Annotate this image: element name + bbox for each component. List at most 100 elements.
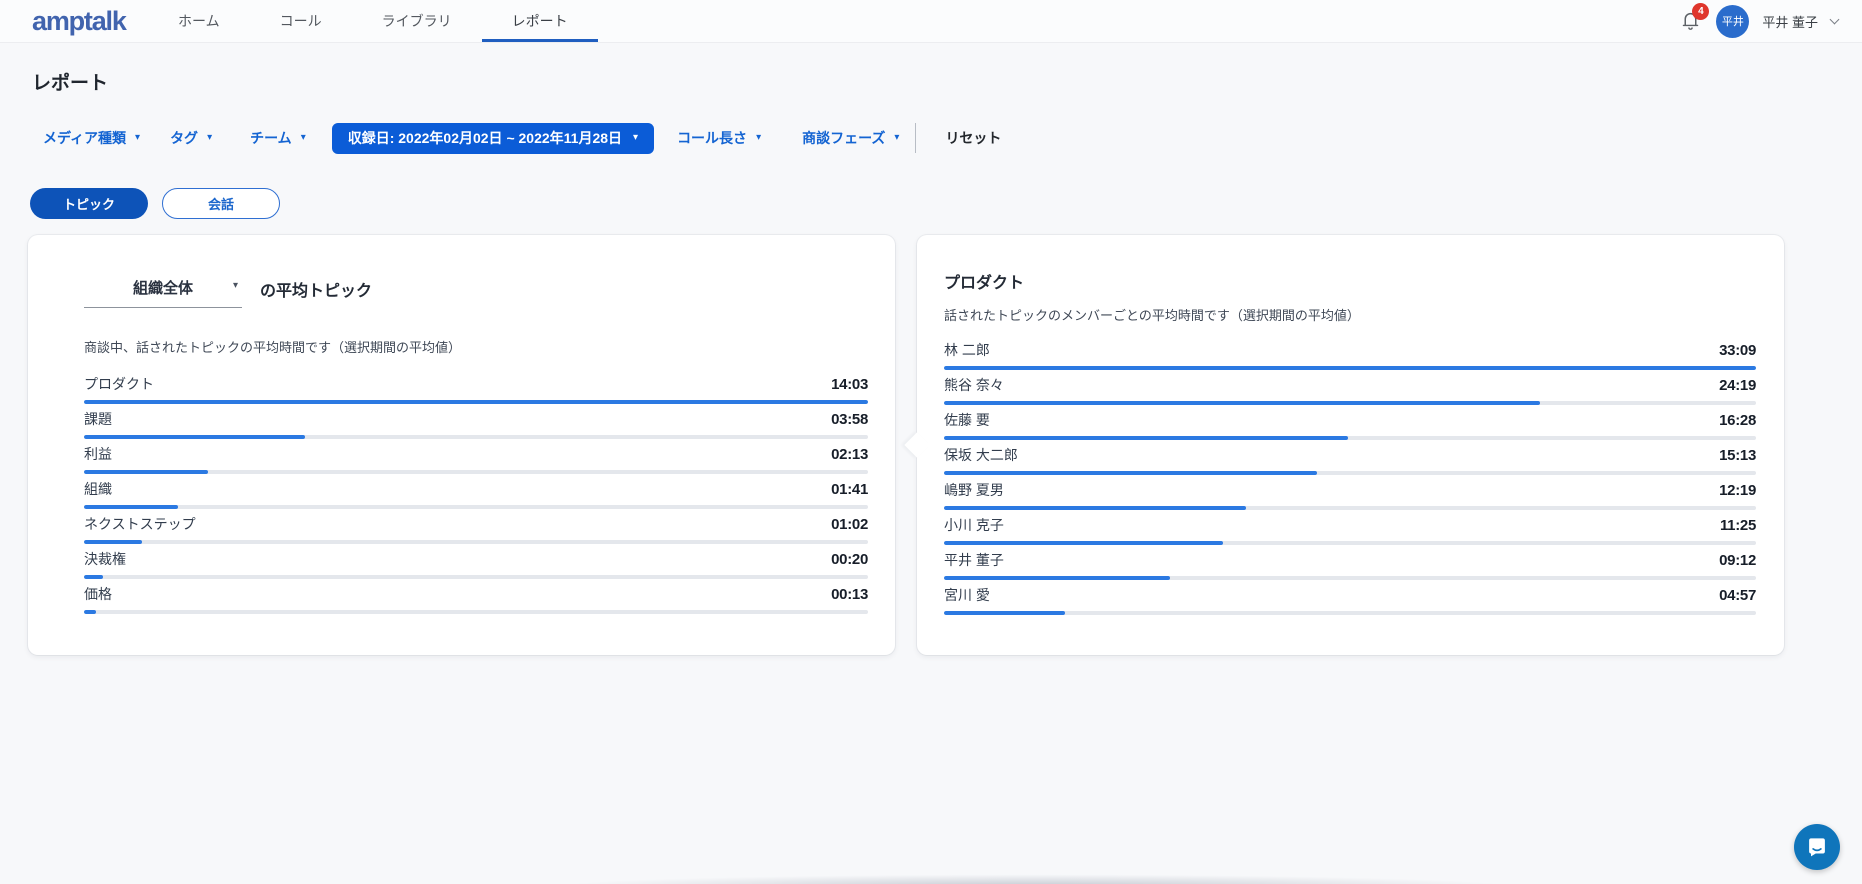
deal-phase-filter[interactable]: 商談フェーズ ▾ xyxy=(802,128,899,148)
media-type-filter[interactable]: メディア種類 ▾ xyxy=(43,128,140,148)
nav-item-home[interactable]: ホーム xyxy=(148,0,250,42)
bar-fill xyxy=(944,401,1540,405)
top-nav: amptalk ホーム コール ライブラリ レポート 4 平井 平井 董子 xyxy=(0,0,1862,43)
member-row[interactable]: 小川 克子 11:25 xyxy=(944,516,1756,545)
topic-label: 利益 xyxy=(84,444,112,464)
nav-right-cluster: 4 平井 平井 董子 xyxy=(1677,0,1838,42)
reset-filters-button[interactable]: リセット xyxy=(945,128,1001,148)
member-name: 佐藤 要 xyxy=(944,410,990,430)
chevron-down-icon: ▾ xyxy=(633,133,638,143)
topic-time: 03:58 xyxy=(831,411,868,428)
bar-track xyxy=(944,541,1756,545)
bar-fill xyxy=(84,435,305,439)
bottom-edge-shadow xyxy=(400,868,1670,884)
bar-fill xyxy=(944,611,1065,615)
report-tabs: トピック 会話 xyxy=(30,188,280,219)
bar-track xyxy=(944,611,1756,615)
topic-label: ネクストステップ xyxy=(84,514,196,534)
notification-bell-button[interactable]: 4 xyxy=(1677,8,1703,34)
topic-row[interactable]: 利益 02:13 xyxy=(84,445,868,474)
scope-select[interactable]: 組織全体 ▾ xyxy=(84,277,242,308)
recording-date-filter-label: 収録日: 2022年02月02日 ~ 2022年11月28日 xyxy=(348,128,622,148)
member-name: 林 二郎 xyxy=(944,340,990,360)
team-filter[interactable]: チーム ▾ xyxy=(250,128,306,148)
topic-label: 価格 xyxy=(84,584,112,604)
amptalk-logo: amptalk xyxy=(32,6,126,37)
member-name: 熊谷 奈々 xyxy=(944,375,1004,395)
topic-members-subtitle: 話されたトピックのメンバーごとの平均時間です（選択期間の平均値） xyxy=(944,305,1360,324)
topic-members-title: プロダクト xyxy=(944,269,1024,293)
app-screen: amptalk ホーム コール ライブラリ レポート 4 平井 平井 董子 レポ… xyxy=(0,0,1862,884)
topic-row[interactable]: 価格 00:13 xyxy=(84,585,868,614)
topic-members-card: プロダクト 話されたトピックのメンバーごとの平均時間です（選択期間の平均値） 林… xyxy=(917,235,1784,655)
bar-fill xyxy=(84,470,208,474)
topic-label: プロダクト xyxy=(84,374,154,394)
bar-fill xyxy=(944,541,1223,545)
topic-row[interactable]: 課題03:58 xyxy=(84,410,868,439)
nav-item-calls[interactable]: コール xyxy=(250,0,352,42)
topic-time: 01:02 xyxy=(831,516,868,533)
media-type-filter-label: メディア種類 xyxy=(43,128,126,148)
tag-filter[interactable]: タグ ▾ xyxy=(170,128,212,148)
member-time: 09:12 xyxy=(1719,552,1756,569)
member-row[interactable]: 平井 董子 09:12 xyxy=(944,551,1756,580)
topic-row[interactable]: 決裁権00:20 xyxy=(84,550,868,579)
member-row[interactable]: 嶋野 夏男12:19 xyxy=(944,481,1756,510)
filter-divider xyxy=(915,123,916,153)
bar-track xyxy=(84,505,868,509)
topic-row[interactable]: 組織01:41 xyxy=(84,480,868,509)
average-topics-title: の平均トピック xyxy=(260,277,372,308)
bar-track xyxy=(84,575,868,579)
bar-track xyxy=(944,471,1756,475)
member-row[interactable]: 佐藤 要 16:28 xyxy=(944,411,1756,440)
bar-track xyxy=(944,506,1756,510)
member-time: 11:25 xyxy=(1720,517,1756,534)
topic-time: 02:13 xyxy=(831,446,868,463)
chevron-down-icon: ▾ xyxy=(301,133,306,143)
bar-track xyxy=(944,576,1756,580)
call-length-filter[interactable]: コール長さ ▾ xyxy=(677,128,761,148)
member-time: 16:28 xyxy=(1719,412,1756,429)
member-name: 嶋野 夏男 xyxy=(944,480,1004,500)
bar-fill xyxy=(944,471,1317,475)
topic-time: 14:03 xyxy=(831,376,868,393)
tab-conversation[interactable]: 会話 xyxy=(162,188,280,219)
chevron-down-icon: ▾ xyxy=(894,133,899,143)
call-length-filter-label: コール長さ xyxy=(677,128,747,148)
nav-item-reports[interactable]: レポート xyxy=(482,0,598,42)
nav-item-library[interactable]: ライブラリ xyxy=(352,0,482,42)
bar-track xyxy=(84,610,868,614)
tab-topic[interactable]: トピック xyxy=(30,188,148,219)
bar-track xyxy=(944,401,1756,405)
chat-widget-button[interactable] xyxy=(1794,824,1840,870)
recording-date-filter-button[interactable]: 収録日: 2022年02月02日 ~ 2022年11月28日 ▾ xyxy=(332,123,654,154)
topic-row[interactable]: プロダクト 14:03 xyxy=(84,375,868,404)
chevron-down-icon[interactable] xyxy=(1830,14,1840,24)
topic-label: 組織 xyxy=(84,479,112,499)
member-row[interactable]: 熊谷 奈々 24:19 xyxy=(944,376,1756,405)
topic-time: 00:20 xyxy=(831,551,868,568)
member-time: 33:09 xyxy=(1719,342,1756,359)
bar-track xyxy=(944,436,1756,440)
bar-fill xyxy=(84,610,96,614)
bar-fill xyxy=(84,505,178,509)
notification-count-badge: 4 xyxy=(1692,3,1709,20)
member-row[interactable]: 保坂 大二郎15:13 xyxy=(944,446,1756,475)
bar-fill xyxy=(944,576,1170,580)
topic-row[interactable]: ネクストステップ 01:02 xyxy=(84,515,868,544)
filter-bar: メディア種類 ▾ タグ ▾ チーム ▾ 収録日: 2022年02月02日 ~ 2… xyxy=(43,121,1001,155)
member-name: 小川 克子 xyxy=(944,515,1004,535)
member-row[interactable]: 宮川 愛04:57 xyxy=(944,586,1756,615)
chat-bubble-icon xyxy=(1805,835,1829,859)
member-time: 24:19 xyxy=(1719,377,1756,394)
team-filter-label: チーム xyxy=(250,128,292,148)
member-name: 平井 董子 xyxy=(944,550,1004,570)
avatar[interactable]: 平井 xyxy=(1716,5,1749,38)
member-row[interactable]: 林 二郎 33:09 xyxy=(944,341,1756,370)
tag-filter-label: タグ xyxy=(170,128,198,148)
user-name: 平井 董子 xyxy=(1762,12,1818,31)
page-title: レポート xyxy=(32,68,108,95)
topic-time: 00:13 xyxy=(831,586,868,603)
chevron-down-icon: ▾ xyxy=(207,133,212,143)
main-menu: ホーム コール ライブラリ レポート xyxy=(148,0,598,42)
